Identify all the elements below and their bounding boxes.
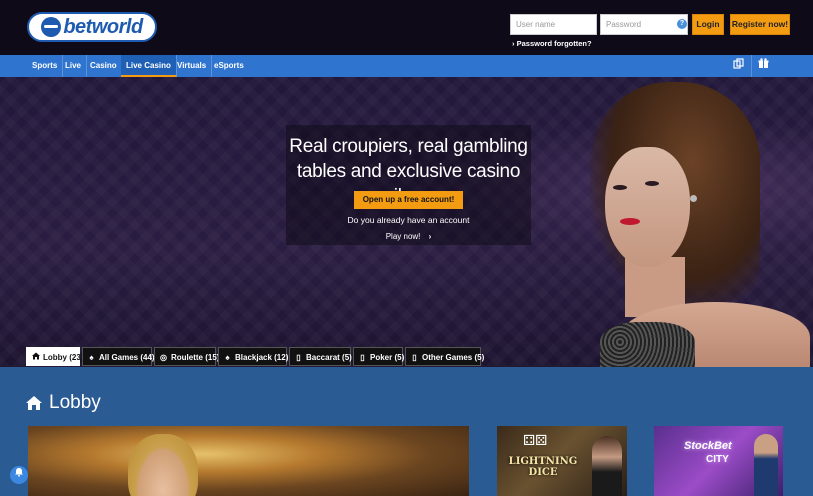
game-tile-lightning-dice[interactable]: ⚃⚄ LIGHTNING DICE	[497, 426, 627, 496]
stockbet-city-logo: StockBet	[684, 440, 732, 452]
card-icon: ▯	[296, 353, 301, 362]
gift-icon[interactable]	[755, 58, 771, 74]
lobby-heading: Lobby	[49, 392, 101, 413]
hero-title-line1: Real croupiers, real gambling	[289, 136, 528, 157]
tab-label: Blackjack (12)	[235, 353, 289, 362]
home-icon	[26, 395, 42, 411]
tab-all-games[interactable]: ♠ All Games (44)	[82, 347, 155, 366]
cards-icon: ▯	[412, 353, 417, 362]
nav-item-live[interactable]: Live	[60, 55, 88, 77]
password-input[interactable]: Password	[600, 14, 688, 35]
hero-model-earring	[690, 195, 697, 202]
tab-other-games[interactable]: ▯ Other Games (5)	[405, 347, 485, 366]
password-help-icon[interactable]: ?	[677, 19, 687, 29]
nav-item-sports[interactable]: Sports	[27, 55, 64, 77]
tab-baccarat[interactable]: ▯ Baccarat (5)	[289, 347, 352, 366]
roulette-icon: ◎	[160, 353, 167, 362]
hero-banner: Real croupiers, real gambling tables and…	[0, 77, 813, 367]
tab-label: Roulette (15)	[171, 353, 220, 362]
globe-icon	[41, 17, 62, 37]
home-icon	[31, 348, 40, 367]
nav-separator	[751, 55, 752, 77]
dealer-image	[592, 436, 622, 496]
password-forgotten-label: Password forgotten?	[516, 39, 592, 48]
hero-model-eye	[613, 185, 627, 190]
betworld-logo[interactable]: betworld	[27, 12, 157, 42]
play-now-label: Play now!	[385, 232, 421, 241]
spade-icon: ♠	[225, 353, 230, 362]
stockbet-city-subtitle: CITY	[706, 454, 729, 465]
hero-model-eye	[645, 181, 659, 186]
hero-model-face	[605, 147, 690, 267]
dealer-image	[128, 434, 198, 496]
password-forgotten-link[interactable]: › Password forgotten?	[512, 39, 592, 48]
logo-text: betworld	[63, 15, 143, 38]
tab-lobby[interactable]: Lobby (23)	[26, 347, 84, 367]
open-account-button[interactable]: Open up a free account!	[354, 191, 463, 209]
nav-item-virtuals[interactable]: Virtuals	[172, 55, 213, 77]
tab-label: Poker (5)	[370, 353, 405, 362]
header: betworld User name Password ? Login Regi…	[0, 0, 813, 55]
lightning-dice-logo: LIGHTNING DICE	[503, 456, 583, 478]
game-tile-stockbet-city[interactable]: StockBet CITY	[654, 426, 783, 496]
tab-label: Baccarat (5)	[306, 353, 352, 362]
spade-icon: ♠	[89, 353, 94, 362]
register-button[interactable]: Register now!	[730, 14, 790, 35]
dice-icon: ⚃⚄	[523, 432, 548, 448]
lightning-dice-line2: DICE	[528, 467, 558, 478]
username-input[interactable]: User name	[510, 14, 597, 35]
notification-bell-icon[interactable]	[10, 466, 28, 484]
tab-blackjack[interactable]: ♠ Blackjack (12)	[218, 347, 289, 366]
tab-label: Lobby (23)	[43, 353, 84, 362]
tab-poker[interactable]: ▯ Poker (5)	[353, 347, 405, 366]
nav-item-live-casino[interactable]: Live Casino	[121, 55, 177, 77]
account-question: Do you already have an account	[347, 215, 470, 225]
hero-model-dress	[600, 322, 695, 367]
chevron-right-icon: ›	[512, 39, 515, 48]
hero-model-lips	[620, 218, 640, 225]
game-tile-featured[interactable]	[28, 426, 469, 496]
main-nav: Sports Live Casino Live Casino Virtuals …	[0, 55, 813, 77]
nav-item-casino[interactable]: Casino	[85, 55, 123, 77]
dealer-image	[754, 434, 778, 496]
tab-roulette[interactable]: ◎ Roulette (15)	[154, 347, 220, 366]
tab-label: All Games (44)	[99, 353, 155, 362]
chevron-right-icon: ›	[428, 232, 432, 241]
nav-item-esports[interactable]: eSports	[209, 55, 249, 77]
play-now-link[interactable]: Play now! ›	[286, 232, 531, 241]
lightning-dice-line1: LIGHTNING	[508, 456, 578, 467]
tab-label: Other Games (5)	[422, 353, 485, 362]
login-button[interactable]: Login	[692, 14, 724, 35]
card-icon: ▯	[360, 353, 365, 362]
copy-icon[interactable]	[730, 58, 746, 74]
